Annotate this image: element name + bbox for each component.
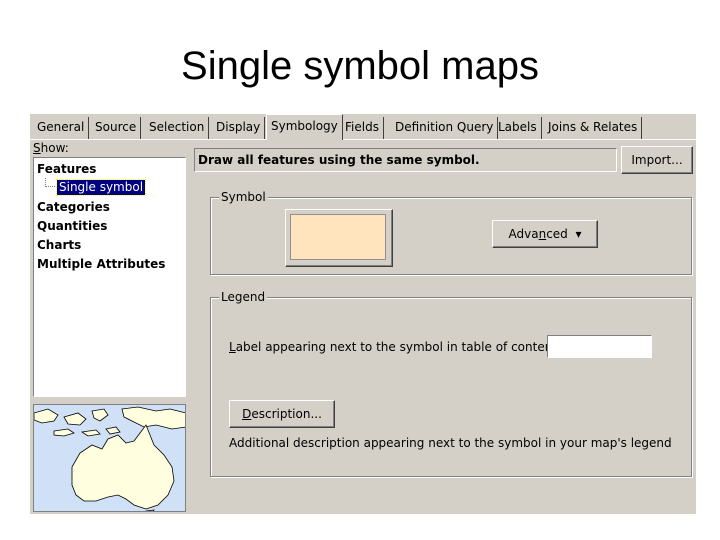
tab-general[interactable]: General [33, 117, 90, 139]
symbol-group-title: Symbol [219, 190, 268, 204]
dropdown-arrow-icon: ▾ [575, 227, 582, 241]
symbol-group: Symbol [210, 190, 692, 275]
symbol-swatch [290, 214, 386, 260]
show-item-multiple-attributes[interactable]: Multiple Attributes [37, 257, 165, 271]
tree-connector-icon [45, 178, 55, 187]
show-item-quantities[interactable]: Quantities [37, 219, 107, 233]
legend-group: Legend [210, 290, 692, 477]
description-button[interactable]: Description... [229, 400, 335, 428]
tab-definition-query[interactable]: Definition Query [391, 117, 499, 139]
draw-description: Draw all features using the same symbol. [194, 148, 617, 172]
show-item-single-symbol[interactable]: Single symbol [55, 179, 147, 196]
advanced-button[interactable]: Advanced ▾ [492, 220, 598, 248]
tab-fields[interactable]: Fields [341, 117, 384, 139]
tab-display[interactable]: Display [212, 117, 266, 139]
show-item-features[interactable]: Features [37, 162, 96, 176]
tab-labels[interactable]: Labels [494, 117, 542, 139]
show-item-charts[interactable]: Charts [37, 238, 81, 252]
map-preview-image [33, 404, 186, 512]
layer-properties-dialog: General Source Selection Display Symbolo… [30, 114, 696, 514]
tab-selection[interactable]: Selection [145, 117, 210, 139]
tab-source[interactable]: Source [91, 117, 142, 139]
tab-strip: General Source Selection Display Symbolo… [30, 114, 696, 140]
legend-group-title: Legend [219, 290, 268, 304]
symbol-swatch-button[interactable] [285, 209, 393, 267]
show-list[interactable]: Features Single symbol Categories Quanti… [33, 157, 186, 397]
show-item-categories[interactable]: Categories [37, 200, 110, 214]
import-button[interactable]: Import... [621, 146, 693, 174]
slide-title: Single symbol maps [181, 44, 539, 88]
tab-underline [30, 139, 696, 140]
tab-joins-relates[interactable]: Joins & Relates [544, 117, 643, 139]
australia-map-graphic [34, 405, 185, 511]
show-label: Show: [33, 141, 69, 155]
tab-symbology[interactable]: Symbology [266, 114, 343, 140]
additional-description-text: Additional description appearing next to… [229, 436, 672, 450]
legend-label-input[interactable] [547, 335, 652, 358]
label-prompt: Label appearing next to the symbol in ta… [229, 340, 568, 354]
